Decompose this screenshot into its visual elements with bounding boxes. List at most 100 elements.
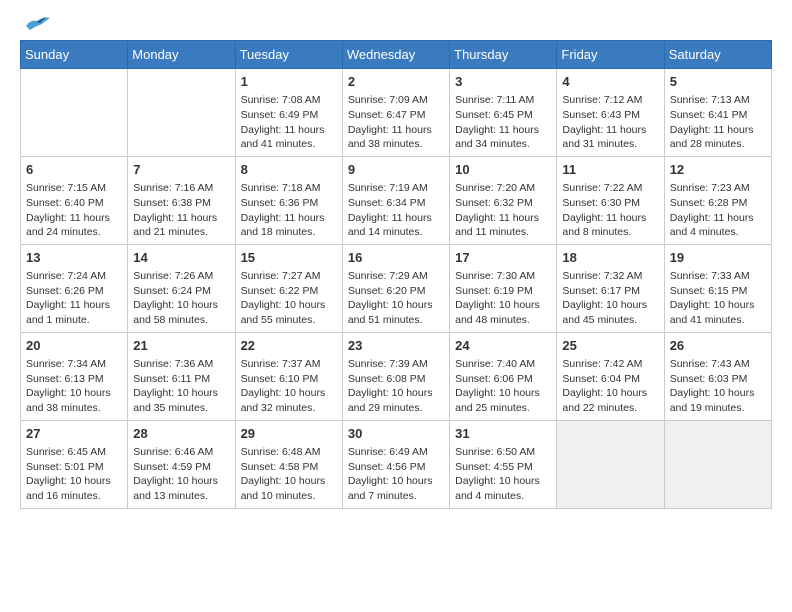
calendar-cell: 26 Sunrise: 7:43 AMSunset: 6:03 PMDayligh… (664, 332, 771, 420)
calendar-cell: 24 Sunrise: 7:40 AMSunset: 6:06 PMDayligh… (450, 332, 557, 420)
day-info: Sunrise: 7:20 AMSunset: 6:32 PMDaylight:… (455, 181, 551, 240)
day-info: Sunrise: 7:19 AMSunset: 6:34 PMDaylight:… (348, 181, 444, 240)
day-number: 1 (241, 73, 337, 91)
calendar-cell (557, 420, 664, 508)
day-info: Sunrise: 7:23 AMSunset: 6:28 PMDaylight:… (670, 181, 766, 240)
calendar-week-3: 13 Sunrise: 7:24 AMSunset: 6:26 PMDayligh… (21, 244, 772, 332)
calendar-cell: 9Sunrise: 7:19 AMSunset: 6:34 PMDaylight… (342, 156, 449, 244)
day-header-thursday: Thursday (450, 41, 557, 69)
day-info: Sunrise: 7:22 AMSunset: 6:30 PMDaylight:… (562, 181, 658, 240)
calendar-week-1: 1 Sunrise: 7:08 AMSunset: 6:49 PMDaylight… (21, 69, 772, 157)
day-info: Sunrise: 6:49 AMSunset: 4:56 PMDaylight:… (348, 445, 444, 504)
day-header-tuesday: Tuesday (235, 41, 342, 69)
calendar-cell: 13 Sunrise: 7:24 AMSunset: 6:26 PMDayligh… (21, 244, 128, 332)
day-info: Sunrise: 7:37 AMSunset: 6:10 PMDaylight:… (241, 357, 337, 416)
day-info: Sunrise: 7:30 AMSunset: 6:19 PMDaylight:… (455, 269, 551, 328)
day-info: Sunrise: 7:27 AMSunset: 6:22 PMDaylight:… (241, 269, 337, 328)
day-number: 24 (455, 337, 551, 355)
calendar-cell: 31Sunrise: 6:50 AMSunset: 4:55 PMDayligh… (450, 420, 557, 508)
day-number: 3 (455, 73, 551, 91)
day-number: 6 (26, 161, 122, 179)
day-header-friday: Friday (557, 41, 664, 69)
calendar-table: SundayMondayTuesdayWednesdayThursdayFrid… (20, 40, 772, 509)
calendar-cell: 8 Sunrise: 7:18 AMSunset: 6:36 PMDaylight… (235, 156, 342, 244)
calendar-cell: 1 Sunrise: 7:08 AMSunset: 6:49 PMDaylight… (235, 69, 342, 157)
day-number: 8 (241, 161, 337, 179)
day-info: Sunrise: 6:48 AMSunset: 4:58 PMDaylight:… (241, 445, 337, 504)
day-info: Sunrise: 7:34 AMSunset: 6:13 PMDaylight:… (26, 357, 122, 416)
day-number: 5 (670, 73, 766, 91)
day-number: 25 (562, 337, 658, 355)
logo (20, 20, 50, 30)
day-info: Sunrise: 7:18 AMSunset: 6:36 PMDaylight:… (241, 181, 337, 240)
day-info: Sunrise: 7:43 AMSunset: 6:03 PMDaylight:… (670, 357, 766, 416)
calendar-cell: 29 Sunrise: 6:48 AMSunset: 4:58 PMDayligh… (235, 420, 342, 508)
day-number: 13 (26, 249, 122, 267)
page-header (20, 20, 772, 30)
calendar-cell: 21 Sunrise: 7:36 AMSunset: 6:11 PMDayligh… (128, 332, 235, 420)
day-info: Sunrise: 6:45 AMSunset: 5:01 PMDaylight:… (26, 445, 122, 504)
calendar-cell (664, 420, 771, 508)
calendar-week-2: 6 Sunrise: 7:15 AMSunset: 6:40 PMDaylight… (21, 156, 772, 244)
day-number: 19 (670, 249, 766, 267)
day-number: 14 (133, 249, 229, 267)
calendar-cell: 11 Sunrise: 7:22 AMSunset: 6:30 PMDayligh… (557, 156, 664, 244)
calendar-cell: 15 Sunrise: 7:27 AMSunset: 6:22 PMDayligh… (235, 244, 342, 332)
day-number: 10 (455, 161, 551, 179)
calendar-cell: 2 Sunrise: 7:09 AMSunset: 6:47 PMDaylight… (342, 69, 449, 157)
day-info: Sunrise: 6:46 AMSunset: 4:59 PMDaylight:… (133, 445, 229, 504)
day-info: Sunrise: 7:33 AMSunset: 6:15 PMDaylight:… (670, 269, 766, 328)
calendar-cell (128, 69, 235, 157)
day-number: 4 (562, 73, 658, 91)
calendar-cell: 25 Sunrise: 7:42 AMSunset: 6:04 PMDayligh… (557, 332, 664, 420)
day-number: 29 (241, 425, 337, 443)
day-header-wednesday: Wednesday (342, 41, 449, 69)
day-header-sunday: Sunday (21, 41, 128, 69)
day-info: Sunrise: 7:39 AMSunset: 6:08 PMDaylight:… (348, 357, 444, 416)
day-info: Sunrise: 7:13 AMSunset: 6:41 PMDaylight:… (670, 93, 766, 152)
calendar-cell: 22 Sunrise: 7:37 AMSunset: 6:10 PMDayligh… (235, 332, 342, 420)
calendar-cell: 7 Sunrise: 7:16 AMSunset: 6:38 PMDaylight… (128, 156, 235, 244)
day-info: Sunrise: 7:29 AMSunset: 6:20 PMDaylight:… (348, 269, 444, 328)
day-number: 7 (133, 161, 229, 179)
day-info: Sunrise: 7:16 AMSunset: 6:38 PMDaylight:… (133, 181, 229, 240)
calendar-cell: 27 Sunrise: 6:45 AMSunset: 5:01 PMDayligh… (21, 420, 128, 508)
calendar-cell: 18 Sunrise: 7:32 AMSunset: 6:17 PMDayligh… (557, 244, 664, 332)
day-number: 16 (348, 249, 444, 267)
calendar-cell: 23 Sunrise: 7:39 AMSunset: 6:08 PMDayligh… (342, 332, 449, 420)
day-number: 28 (133, 425, 229, 443)
day-number: 11 (562, 161, 658, 179)
calendar-week-5: 27 Sunrise: 6:45 AMSunset: 5:01 PMDayligh… (21, 420, 772, 508)
day-header-monday: Monday (128, 41, 235, 69)
day-number: 18 (562, 249, 658, 267)
calendar-cell: 30Sunrise: 6:49 AMSunset: 4:56 PMDayligh… (342, 420, 449, 508)
day-info: Sunrise: 7:12 AMSunset: 6:43 PMDaylight:… (562, 93, 658, 152)
day-number: 27 (26, 425, 122, 443)
day-info: Sunrise: 7:36 AMSunset: 6:11 PMDaylight:… (133, 357, 229, 416)
calendar-cell: 28 Sunrise: 6:46 AMSunset: 4:59 PMDayligh… (128, 420, 235, 508)
day-number: 2 (348, 73, 444, 91)
calendar-week-4: 20Sunrise: 7:34 AMSunset: 6:13 PMDayligh… (21, 332, 772, 420)
day-number: 17 (455, 249, 551, 267)
calendar-cell (21, 69, 128, 157)
calendar-cell: 4 Sunrise: 7:12 AMSunset: 6:43 PMDaylight… (557, 69, 664, 157)
calendar-cell: 10 Sunrise: 7:20 AMSunset: 6:32 PMDayligh… (450, 156, 557, 244)
day-info: Sunrise: 7:09 AMSunset: 6:47 PMDaylight:… (348, 93, 444, 152)
day-number: 23 (348, 337, 444, 355)
day-info: Sunrise: 7:32 AMSunset: 6:17 PMDaylight:… (562, 269, 658, 328)
logo-bird-icon (22, 16, 50, 34)
day-number: 15 (241, 249, 337, 267)
calendar-cell: 3Sunrise: 7:11 AMSunset: 6:45 PMDaylight… (450, 69, 557, 157)
day-info: Sunrise: 7:24 AMSunset: 6:26 PMDaylight:… (26, 269, 122, 328)
day-number: 22 (241, 337, 337, 355)
day-info: Sunrise: 7:08 AMSunset: 6:49 PMDaylight:… (241, 93, 337, 152)
calendar-header-row: SundayMondayTuesdayWednesdayThursdayFrid… (21, 41, 772, 69)
day-number: 21 (133, 337, 229, 355)
calendar-cell: 20Sunrise: 7:34 AMSunset: 6:13 PMDayligh… (21, 332, 128, 420)
day-info: Sunrise: 6:50 AMSunset: 4:55 PMDaylight:… (455, 445, 551, 504)
day-info: Sunrise: 7:40 AMSunset: 6:06 PMDaylight:… (455, 357, 551, 416)
calendar-cell: 5 Sunrise: 7:13 AMSunset: 6:41 PMDaylight… (664, 69, 771, 157)
day-number: 26 (670, 337, 766, 355)
day-info: Sunrise: 7:42 AMSunset: 6:04 PMDaylight:… (562, 357, 658, 416)
day-info: Sunrise: 7:15 AMSunset: 6:40 PMDaylight:… (26, 181, 122, 240)
